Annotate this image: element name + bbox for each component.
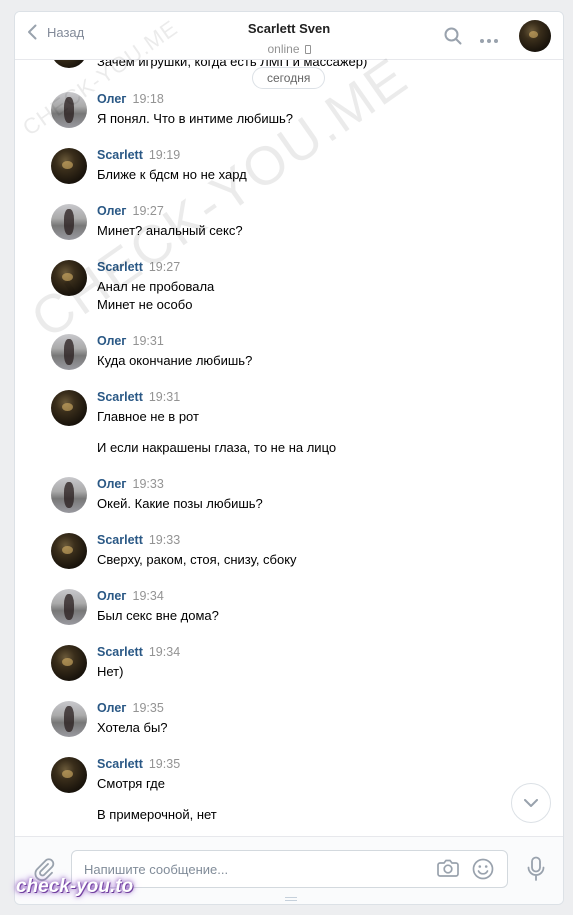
message-text: Куда окончание любишь? <box>97 353 253 368</box>
avatar[interactable] <box>51 204 87 240</box>
message-text: Я понял. Что в интиме любишь? <box>97 111 294 126</box>
message-time[interactable]: 19:35 <box>149 757 180 771</box>
message-text: Ближе к бдсм но не хард <box>97 167 247 182</box>
message-text: Был секс вне дома? <box>97 608 219 623</box>
message-time[interactable]: 19:33 <box>149 533 180 547</box>
back-button[interactable]: Назад <box>27 24 84 40</box>
message-author[interactable]: Олег <box>97 589 127 603</box>
message-time[interactable]: 19:18 <box>133 92 164 106</box>
avatar[interactable] <box>51 334 87 370</box>
message-group: Олег 19:27 Минет? анальный секс? <box>51 204 551 240</box>
avatar[interactable] <box>51 589 87 625</box>
message-group: Олег 19:35 Хотела бы? <box>51 701 551 737</box>
message-text: Смотря где <box>97 776 165 791</box>
chevron-down-icon <box>524 799 538 807</box>
date-divider: сегодня <box>252 67 326 89</box>
message-author[interactable]: Scarlett <box>97 260 143 274</box>
avatar[interactable] <box>51 533 87 569</box>
message-text: В примерочной, нет <box>97 807 217 822</box>
message-author[interactable]: Олег <box>97 701 127 715</box>
contact-name[interactable]: Scarlett Sven <box>248 21 330 36</box>
message-text: Минет не особо <box>97 297 193 312</box>
camera-button[interactable] <box>437 859 459 882</box>
avatar[interactable] <box>51 645 87 681</box>
message-time[interactable]: 19:27 <box>149 260 180 274</box>
avatar[interactable] <box>51 757 87 793</box>
message-author[interactable]: Scarlett <box>97 645 143 659</box>
avatar[interactable] <box>51 92 87 128</box>
contact-avatar[interactable] <box>519 20 551 52</box>
microphone-icon <box>527 856 545 881</box>
message-time[interactable]: 19:27 <box>133 204 164 218</box>
avatar[interactable] <box>51 60 87 68</box>
search-icon <box>444 27 462 45</box>
message-text: Зачем игрушки, когда есть ЛМП и массажер… <box>97 60 368 69</box>
message-author[interactable]: Олег <box>97 334 127 348</box>
smile-icon <box>472 858 494 880</box>
message-text: Окей. Какие позы любишь? <box>97 496 263 511</box>
message-time[interactable]: 19:31 <box>133 334 164 348</box>
avatar[interactable] <box>51 477 87 513</box>
message-author[interactable]: Scarlett <box>97 390 143 404</box>
message-feed: Зачем игрушки, когда есть ЛМП и массажер… <box>15 60 563 836</box>
message-time[interactable]: 19:33 <box>133 477 164 491</box>
status-text: online <box>267 42 300 56</box>
message-group: Олег 19:31 Куда окончание любишь? <box>51 334 551 370</box>
message-group: Scarlett 19:19 Ближе к бдсм но не хард <box>51 148 551 184</box>
message-text: Хотела бы? <box>97 720 168 735</box>
chat-header: Назад Scarlett Sven online <box>15 12 563 60</box>
message-author[interactable]: Scarlett <box>97 757 143 771</box>
message-text: Нет) <box>97 664 124 679</box>
message-group: Scarlett 19:33 Сверху, раком, стоя, снизу,… <box>51 533 551 569</box>
message-time[interactable]: 19:19 <box>149 148 180 162</box>
voice-message-button[interactable] <box>526 856 546 887</box>
message-group: Scarlett 19:34 Нет) <box>51 645 551 681</box>
back-label: Назад <box>47 24 85 40</box>
message-author[interactable]: Олег <box>97 477 127 491</box>
message-text: Сверху, раком, стоя, снизу, сбоку <box>97 552 297 567</box>
resize-handle[interactable] <box>285 897 297 901</box>
mobile-icon <box>304 45 311 54</box>
message-time[interactable]: 19:31 <box>149 390 180 404</box>
message-group: Scarlett 19:35 Смотря где В примерочной, не… <box>51 757 551 824</box>
more-button[interactable] <box>479 31 499 49</box>
message-group: Олег 19:18 Я понял. Что в интиме любишь? <box>51 92 551 128</box>
avatar[interactable] <box>51 260 87 296</box>
message-group: Олег 19:33 Окей. Какие позы любишь? <box>51 477 551 513</box>
avatar[interactable] <box>51 701 87 737</box>
message-author[interactable]: Олег <box>97 204 127 218</box>
message-time[interactable]: 19:35 <box>133 701 164 715</box>
message-group: Олег 19:34 Был секс вне дома? <box>51 589 551 625</box>
avatar[interactable] <box>51 148 87 184</box>
message-group: Scarlett 19:27 Анал не пробовала Минет не о… <box>51 260 551 314</box>
message-text: Главное не в рот <box>97 409 199 424</box>
message-group: Scarlett 19:31 Главное не в рот И если накр… <box>51 390 551 457</box>
search-button[interactable] <box>443 26 463 51</box>
message-author[interactable]: Олег <box>97 92 127 106</box>
avatar[interactable] <box>51 390 87 426</box>
scroll-down-button[interactable] <box>511 783 551 823</box>
chat-window: Назад Scarlett Sven online Зачем игрушки… <box>14 11 564 905</box>
more-dots-icon <box>480 39 498 43</box>
message-time[interactable]: 19:34 <box>133 589 164 603</box>
message-text: Минет? анальный секс? <box>97 223 243 238</box>
message-text: Анал не пробовала <box>97 279 215 294</box>
message-author[interactable]: Scarlett <box>97 148 143 162</box>
camera-icon <box>437 859 459 877</box>
message-time[interactable]: 19:34 <box>149 645 180 659</box>
message-text: И если накрашены глаза, то не на лицо <box>97 440 337 455</box>
chevron-left-icon <box>28 24 37 40</box>
emoji-button[interactable] <box>472 858 494 885</box>
message-author[interactable]: Scarlett <box>97 533 143 547</box>
brand-watermark: check-you.to <box>16 876 134 897</box>
